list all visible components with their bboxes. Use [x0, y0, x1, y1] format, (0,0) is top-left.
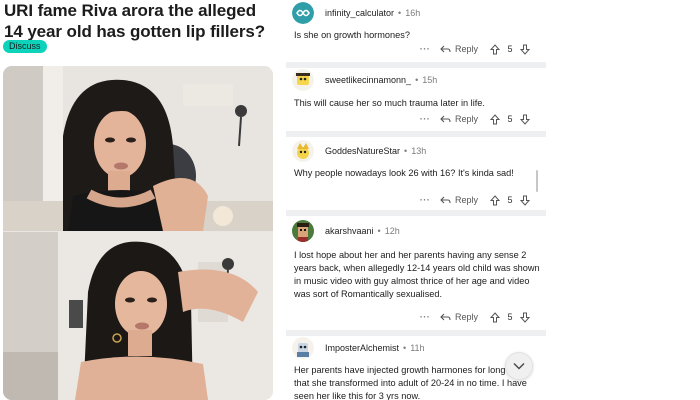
- comment-actions: ··· Reply 5: [418, 310, 530, 324]
- comment-body: Why people nowadays look 26 with 16? It'…: [294, 168, 514, 178]
- comment[interactable]: sweetlikecinnamonn_ • 15h This will caus…: [286, 68, 546, 131]
- more-options-icon[interactable]: ···: [418, 114, 432, 124]
- upvote-icon[interactable]: [490, 113, 500, 125]
- snoo-avatar-icon[interactable]: [292, 140, 314, 162]
- reply-arrow-icon: [440, 115, 451, 122]
- comment-thread[interactable]: infinity_calculator • 16h Is she on grow…: [286, 0, 546, 400]
- meta-separator: •: [415, 75, 419, 85]
- upvote-icon[interactable]: [490, 43, 500, 55]
- meta-separator: •: [377, 226, 381, 236]
- downvote-icon[interactable]: [520, 312, 530, 323]
- reply-arrow-icon: [440, 196, 451, 203]
- scrollbar[interactable]: [536, 170, 538, 192]
- comment-timestamp: 12h: [384, 226, 400, 236]
- vote-count: 5: [507, 312, 513, 322]
- snoo-avatar-icon[interactable]: [292, 69, 314, 91]
- comment-username[interactable]: infinity_calculator: [325, 8, 394, 18]
- comment-username[interactable]: ImposterAlchemist: [325, 343, 399, 353]
- more-options-icon[interactable]: ···: [418, 195, 432, 205]
- meta-separator: •: [403, 343, 407, 353]
- comment-actions: ··· Reply 5: [418, 112, 530, 126]
- comment[interactable]: infinity_calculator • 16h Is she on grow…: [286, 0, 546, 62]
- vote-controls: 5: [490, 311, 530, 323]
- post-image-top[interactable]: [3, 66, 273, 231]
- comment-timestamp: 13h: [411, 146, 427, 156]
- infinity-avatar-icon[interactable]: [292, 2, 314, 24]
- reply-button[interactable]: Reply: [440, 114, 478, 124]
- comment-timestamp: 15h: [422, 75, 438, 85]
- vote-controls: 5: [490, 113, 530, 125]
- comment-body: Is she on growth hormones?: [294, 30, 410, 40]
- comment-actions: ··· Reply 5: [418, 42, 530, 56]
- reply-label: Reply: [454, 114, 478, 124]
- vote-count: 5: [507, 114, 513, 124]
- comment-body: I lost hope about her and her parents ha…: [294, 250, 540, 299]
- comment-timestamp: 16h: [405, 8, 421, 18]
- reply-label: Reply: [454, 195, 478, 205]
- reply-arrow-icon: [440, 313, 451, 320]
- post-image-bottom[interactable]: [3, 232, 273, 400]
- post-media[interactable]: [3, 66, 273, 400]
- comment-body: This will cause her so much trauma later…: [294, 98, 485, 108]
- upvote-icon[interactable]: [490, 194, 500, 206]
- post-flair[interactable]: Discuss: [3, 40, 47, 53]
- vote-controls: 5: [490, 43, 530, 55]
- post-title[interactable]: URI fame Riva arora the alleged 14 year …: [4, 0, 276, 42]
- vote-controls: 5: [490, 194, 530, 206]
- comment-timestamp: 11h: [410, 343, 425, 353]
- reply-button[interactable]: Reply: [440, 44, 478, 54]
- snoo-avatar-icon[interactable]: [292, 337, 314, 359]
- comment-username[interactable]: akarshvaani: [325, 226, 374, 236]
- downvote-icon[interactable]: [520, 44, 530, 55]
- comment-username[interactable]: sweetlikecinnamonn_: [325, 75, 411, 85]
- reply-button[interactable]: Reply: [440, 312, 478, 322]
- comment-username[interactable]: GoddesNatureStar: [325, 146, 400, 156]
- reply-button[interactable]: Reply: [440, 195, 478, 205]
- reply-label: Reply: [454, 44, 478, 54]
- chevron-down-icon: [513, 363, 525, 370]
- more-options-icon[interactable]: ···: [418, 44, 432, 54]
- vote-count: 5: [507, 44, 513, 54]
- pixel-avatar-icon[interactable]: [292, 220, 314, 242]
- downvote-icon[interactable]: [520, 114, 530, 125]
- vote-count: 5: [507, 195, 513, 205]
- comment-actions: ··· Reply 5: [418, 193, 530, 207]
- post-card[interactable]: URI fame Riva arora the alleged 14 year …: [0, 0, 278, 400]
- comment[interactable]: GoddesNatureStar • 13h Why people nowada…: [286, 137, 546, 210]
- meta-separator: •: [404, 146, 408, 156]
- comment[interactable]: akarshvaani • 12h I lost hope about her …: [286, 216, 546, 330]
- scroll-down-button[interactable]: [505, 352, 533, 380]
- comment-body: Her parents have injected growth harmone…: [294, 365, 527, 400]
- downvote-icon[interactable]: [520, 195, 530, 206]
- meta-separator: •: [398, 8, 402, 18]
- reply-arrow-icon: [440, 45, 451, 52]
- more-options-icon[interactable]: ···: [418, 312, 432, 322]
- upvote-icon[interactable]: [490, 311, 500, 323]
- reply-label: Reply: [454, 312, 478, 322]
